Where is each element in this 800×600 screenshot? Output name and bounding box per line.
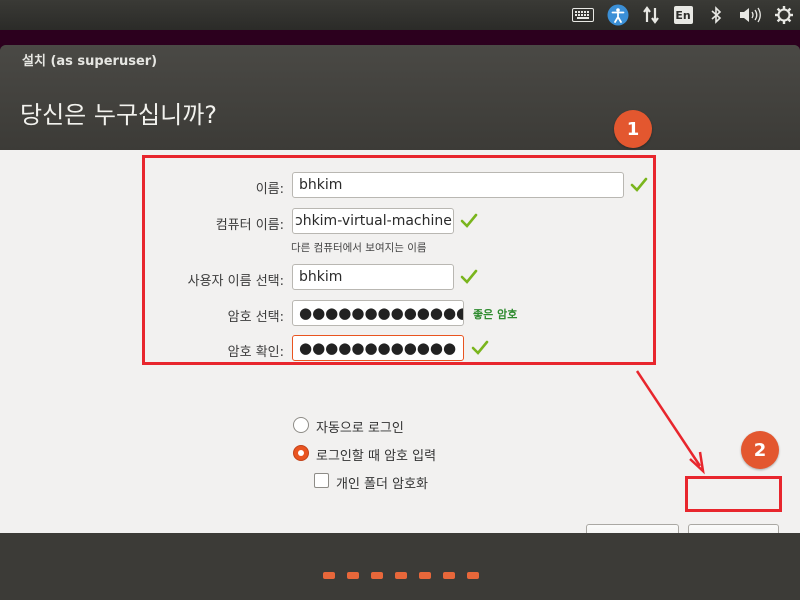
- progress-step-6: [443, 572, 455, 579]
- input-method-label: En: [673, 6, 693, 24]
- window-title: 설치 (as superuser): [22, 54, 158, 69]
- volume-icon[interactable]: [737, 4, 763, 26]
- progress-step-7: [467, 572, 479, 579]
- settings-gear-icon[interactable]: [773, 4, 795, 26]
- top-panel: En: [0, 0, 800, 30]
- window-footer: [0, 533, 800, 600]
- progress-step-5: [419, 572, 431, 579]
- progress-step-1: [323, 572, 335, 579]
- input-method-icon[interactable]: En: [673, 4, 693, 26]
- annotation-marker-2: 2: [741, 431, 779, 469]
- bluetooth-icon[interactable]: [707, 4, 725, 26]
- window-header: 설치 (as superuser) 당신은 누구십니까?: [0, 45, 800, 150]
- progress-step-2: [347, 572, 359, 579]
- encrypt-home-label[interactable]: 개인 폴더 암호화: [336, 473, 428, 492]
- progress-step-3: [371, 572, 383, 579]
- page-heading: 당신은 누구십니까?: [20, 101, 218, 129]
- progress-step-4: [395, 572, 407, 579]
- encrypt-home-checkbox[interactable]: [314, 473, 329, 488]
- annotation-box-form: [142, 155, 656, 365]
- keyboard-icon[interactable]: [571, 4, 595, 26]
- require-password-radio[interactable]: [293, 445, 309, 461]
- auto-login-radio[interactable]: [293, 417, 309, 433]
- annotation-marker-1: 1: [614, 110, 652, 148]
- require-password-label[interactable]: 로그인할 때 암호 입력: [316, 445, 436, 464]
- accessibility-icon[interactable]: [606, 4, 630, 26]
- network-icon[interactable]: [640, 4, 662, 26]
- annotation-box-continue: [685, 476, 782, 512]
- auto-login-label[interactable]: 자동으로 로그인: [316, 417, 404, 436]
